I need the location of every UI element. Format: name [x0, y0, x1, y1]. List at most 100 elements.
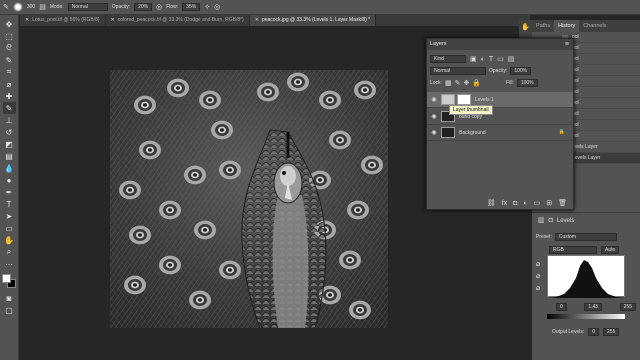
layer-mask-thumbnail[interactable]: [457, 94, 471, 105]
close-icon[interactable]: ✕: [255, 18, 259, 23]
screen-mode-icon[interactable]: ▢: [3, 304, 16, 316]
group-folder-icon[interactable]: ▭: [534, 200, 541, 207]
output-black-field[interactable]: 0: [588, 328, 600, 336]
fill-field[interactable]: 100%: [516, 79, 538, 87]
brush-tool-icon[interactable]: ✎: [3, 4, 9, 11]
crop-tool-icon[interactable]: ⌗: [3, 66, 16, 78]
visibility-eye-icon[interactable]: ◉: [430, 96, 438, 103]
brush-settings-icon[interactable]: ▤: [39, 4, 46, 11]
gradient-tool-icon[interactable]: ▤: [3, 150, 16, 162]
brush-tool-icon[interactable]: ✎: [2, 102, 16, 114]
marquee-tool-icon[interactable]: ⬚: [3, 30, 16, 42]
eraser-tool-icon[interactable]: ◩: [3, 138, 16, 150]
eyedropper-tool-icon[interactable]: ⌀: [3, 78, 16, 90]
adjustment-layer-icon[interactable]: ◐: [523, 200, 527, 207]
pressure-size-icon[interactable]: ◎: [214, 4, 220, 11]
pen-tool-icon[interactable]: ✒: [3, 186, 16, 198]
new-layer-icon[interactable]: ⊞: [546, 200, 552, 207]
lock-all-icon[interactable]: 🔒: [472, 80, 481, 87]
input-black-field[interactable]: 0: [556, 303, 567, 311]
foreground-color-swatch[interactable]: [2, 274, 11, 283]
trash-icon[interactable]: 🗑: [558, 200, 567, 207]
filter-adjustment-icon[interactable]: ◐: [481, 56, 485, 63]
input-gamma-field[interactable]: 1.43: [584, 303, 603, 311]
opacity-field[interactable]: 20%: [134, 3, 153, 11]
brush-preview[interactable]: [12, 2, 23, 12]
filter-smart-icon[interactable]: ▤: [508, 56, 515, 63]
doc-tab-peacock[interactable]: ✕ peacock.jpg @ 33.3% (Levels 1, Layer M…: [249, 15, 377, 26]
layer-name[interactable]: Background: [459, 130, 486, 136]
visibility-eye-icon[interactable]: ◉: [430, 129, 438, 136]
airbrush-icon[interactable]: ✧: [204, 4, 210, 11]
filter-shape-icon[interactable]: ▭: [497, 56, 504, 63]
histogram-graph: [548, 260, 626, 298]
more-tools-icon[interactable]: ⋯: [3, 258, 16, 270]
output-white-field[interactable]: 255: [603, 328, 620, 336]
tab-channels[interactable]: Channels: [579, 20, 610, 32]
kind-filter-select[interactable]: Kind: [430, 55, 466, 63]
doc-tab-lotus[interactable]: ✕ Lotus_pool.tif @ 50% (RGB/8): [20, 15, 106, 26]
hand-tool-icon[interactable]: ✋: [3, 234, 16, 246]
tab-paths[interactable]: Paths: [532, 20, 554, 32]
preset-select[interactable]: Custom: [554, 233, 617, 241]
input-white-field[interactable]: 255: [619, 303, 636, 311]
dodge-tool-icon[interactable]: ●: [3, 174, 16, 186]
lock-position-icon[interactable]: ✥: [463, 80, 469, 87]
white-point-eyedropper-icon[interactable]: ⌀: [536, 285, 540, 292]
layers-panel-title: Layers: [430, 41, 447, 47]
mask-icon[interactable]: ◘: [549, 217, 553, 224]
add-mask-icon[interactable]: ◘: [513, 200, 517, 207]
lasso-tool-icon[interactable]: ᘓ: [3, 42, 16, 54]
clone-stamp-tool-icon[interactable]: ⊥: [3, 114, 16, 126]
adjustment-thumbnail[interactable]: [441, 94, 455, 105]
feather-eye: [133, 283, 137, 287]
quick-select-tool-icon[interactable]: ✎: [3, 54, 16, 66]
healing-tool-icon[interactable]: ✚: [3, 90, 16, 102]
lock-pixels-icon[interactable]: ▦: [445, 80, 452, 87]
layer-row-background[interactable]: ◉ Background 🔒: [427, 125, 573, 141]
opacity-label: Opacity:: [489, 68, 508, 74]
color-swatches[interactable]: [2, 274, 16, 288]
document-tab-bar: ✕ Lotus_pool.tif @ 50% (RGB/8) ✕ colored…: [20, 15, 530, 26]
auto-button[interactable]: Auto: [601, 246, 620, 254]
layer-opacity-field[interactable]: 100%: [510, 67, 532, 75]
type-tool-icon[interactable]: T: [3, 198, 16, 210]
path-select-tool-icon[interactable]: ➤: [3, 210, 16, 222]
close-icon[interactable]: ✕: [25, 18, 29, 23]
flow-field[interactable]: 35%: [182, 3, 201, 11]
layer-name[interactable]: Levels 1: [475, 97, 494, 103]
options-bar: ✎ 300 ▤ Mode: Normal Opacity: 20% ◎ Flow…: [0, 0, 640, 15]
shape-tool-icon[interactable]: ▭: [3, 222, 16, 234]
adjustments-icon[interactable]: ✋: [521, 24, 530, 31]
move-tool-icon[interactable]: ✥: [3, 18, 16, 30]
panel-menu-icon[interactable]: ≡: [565, 41, 569, 48]
layers-panel-header[interactable]: Layers ≡: [427, 39, 573, 50]
quick-mask-icon[interactable]: ◙: [3, 292, 16, 304]
history-brush-tool-icon[interactable]: ↺: [3, 126, 16, 138]
visibility-eye-icon[interactable]: ◉: [430, 113, 438, 120]
pressure-opacity-icon[interactable]: ◎: [156, 4, 162, 11]
output-levels-gradient[interactable]: [547, 314, 625, 319]
output-levels-label: Output Levels:: [552, 329, 585, 335]
blur-tool-icon[interactable]: 💧: [3, 162, 16, 174]
layer-thumbnail[interactable]: [441, 127, 455, 138]
black-point-eyedropper-icon[interactable]: ⌀: [536, 261, 540, 268]
filter-type-icon[interactable]: T: [489, 56, 493, 63]
mode-select[interactable]: Normal: [67, 3, 108, 11]
fx-icon[interactable]: fx: [502, 200, 507, 207]
link-layers-icon[interactable]: ⛓: [487, 200, 496, 207]
flow-label: Flow:: [166, 4, 179, 10]
tab-history[interactable]: History: [554, 20, 580, 32]
zoom-tool-icon[interactable]: ⌕: [3, 246, 16, 258]
filter-pixel-icon[interactable]: ▣: [470, 56, 477, 63]
levels-histogram[interactable]: [547, 255, 626, 298]
canvas-image[interactable]: [110, 70, 388, 328]
blend-mode-select[interactable]: Normal: [430, 67, 486, 75]
channel-select[interactable]: RGB: [549, 246, 597, 254]
lock-icon[interactable]: 🔒: [559, 130, 565, 135]
close-icon[interactable]: ✕: [111, 18, 115, 23]
lock-paint-icon[interactable]: ✎: [455, 80, 461, 87]
gray-point-eyedropper-icon[interactable]: ⌀: [536, 273, 540, 280]
doc-tab-colored-peacock[interactable]: ✕ colored_peacock.tif @ 33.3% (Dodge and…: [106, 15, 250, 26]
doc-tab-label: colored_peacock.tif @ 33.3% (Dodge and B…: [117, 17, 244, 23]
